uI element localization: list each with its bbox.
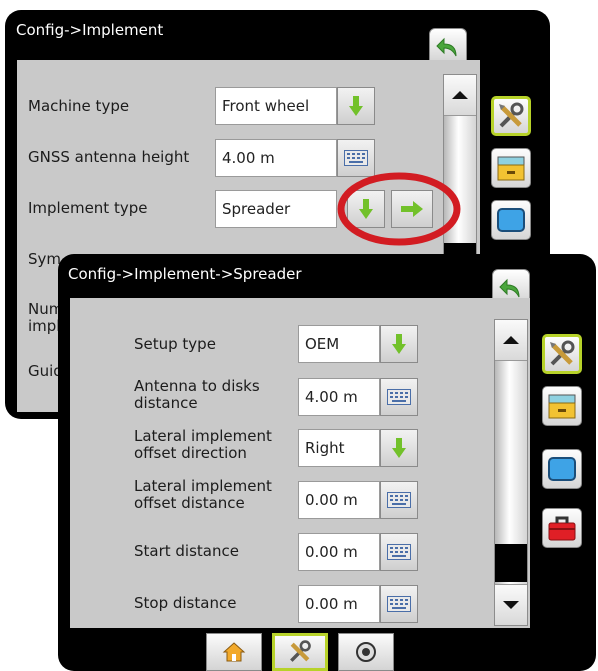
- lateral-implement-offset-direction-field[interactable]: Right: [298, 429, 380, 467]
- display-tab[interactable]: [491, 200, 531, 240]
- page-title: Config->Implement->Spreader: [68, 265, 302, 283]
- stop-distance-keyboard-button[interactable]: [380, 585, 418, 623]
- machine-type-field[interactable]: Front wheel: [215, 87, 337, 125]
- gauge-tab[interactable]: [338, 633, 394, 671]
- symmetry-label: Sym: [28, 250, 62, 268]
- keyboard-icon: [387, 544, 411, 560]
- gauge-icon: [356, 642, 376, 662]
- lateral-implement-offset-distance-label: Lateral implement offset distance: [134, 477, 272, 512]
- keyboard-icon: [387, 492, 411, 508]
- display-icon: [548, 457, 576, 481]
- settings-panel: Setup type OEM Antenna to disks distance…: [70, 298, 530, 628]
- scroll-thumb[interactable]: [495, 544, 527, 582]
- gnss-antenna-height-label: GNSS antenna height: [28, 148, 190, 166]
- folder-tab[interactable]: [491, 148, 531, 188]
- home-icon: [222, 642, 246, 662]
- lateral-implement-offset-direction-dropdown-button[interactable]: [380, 429, 418, 467]
- scroll-up-button[interactable]: [444, 75, 476, 116]
- setup-type-field[interactable]: OEM: [298, 325, 380, 363]
- start-distance-keyboard-button[interactable]: [380, 533, 418, 571]
- up-triangle-icon: [503, 336, 519, 344]
- keyboard-icon: [387, 596, 411, 612]
- setup-type-dropdown-button[interactable]: [380, 325, 418, 363]
- folder-tab[interactable]: [542, 386, 582, 426]
- home-tab[interactable]: [206, 633, 262, 671]
- toolbox-icon: [548, 516, 576, 541]
- back-arrow-icon: [436, 37, 457, 57]
- implement-label: impl: [28, 317, 61, 335]
- scroll-down-button[interactable]: [495, 584, 527, 625]
- tools-icon: [290, 640, 311, 662]
- back-arrow-icon: [499, 278, 520, 298]
- stop-distance-field[interactable]: 0.00 m: [298, 585, 380, 623]
- gnss-antenna-height-field[interactable]: 4.00 m: [215, 139, 337, 177]
- front-screen: Config->Implement->Spreader Setup type O…: [58, 254, 596, 671]
- folder-icon: [497, 156, 525, 181]
- keyboard-icon: [387, 389, 411, 405]
- bottom-tab-bar: [200, 633, 400, 671]
- scroll-up-button[interactable]: [495, 320, 527, 361]
- antenna-to-disks-distance-keyboard-button[interactable]: [380, 378, 418, 416]
- scrollbar[interactable]: [494, 319, 528, 626]
- machine-type-dropdown-button[interactable]: [337, 87, 375, 125]
- machine-type-label: Machine type: [28, 97, 130, 115]
- toolbox-tab[interactable]: [542, 508, 582, 548]
- keyboard-icon: [344, 150, 368, 166]
- stop-distance-label: Stop distance: [134, 594, 237, 612]
- down-arrow-icon: [349, 96, 363, 116]
- start-distance-field[interactable]: 0.00 m: [298, 533, 380, 571]
- folder-icon: [548, 394, 576, 419]
- tools-tab[interactable]: [542, 334, 582, 374]
- tools-icon: [550, 340, 575, 366]
- setup-type-label: Setup type: [134, 335, 216, 353]
- antenna-to-disks-distance-field[interactable]: 4.00 m: [298, 378, 380, 416]
- page-title: Config->Implement: [16, 21, 164, 39]
- tools-tab-bottom[interactable]: [272, 633, 328, 671]
- tools-icon: [499, 102, 524, 128]
- display-icon: [497, 208, 525, 232]
- lateral-implement-offset-distance-keyboard-button[interactable]: [380, 481, 418, 519]
- lateral-implement-offset-direction-label: Lateral implement offset direction: [134, 427, 272, 462]
- lateral-implement-offset-distance-field[interactable]: 0.00 m: [298, 481, 380, 519]
- down-arrow-icon: [392, 334, 406, 354]
- down-arrow-icon: [392, 438, 406, 458]
- implement-type-field[interactable]: Spreader: [215, 190, 337, 228]
- highlight-circle: [337, 172, 461, 246]
- start-distance-label: Start distance: [134, 542, 239, 560]
- up-triangle-icon: [452, 91, 468, 99]
- antenna-to-disks-distance-label: Antenna to disks distance: [134, 377, 260, 412]
- down-triangle-icon: [503, 601, 519, 609]
- implement-type-label: Implement type: [28, 199, 148, 217]
- display-tab[interactable]: [542, 449, 582, 489]
- tools-tab[interactable]: [491, 96, 531, 136]
